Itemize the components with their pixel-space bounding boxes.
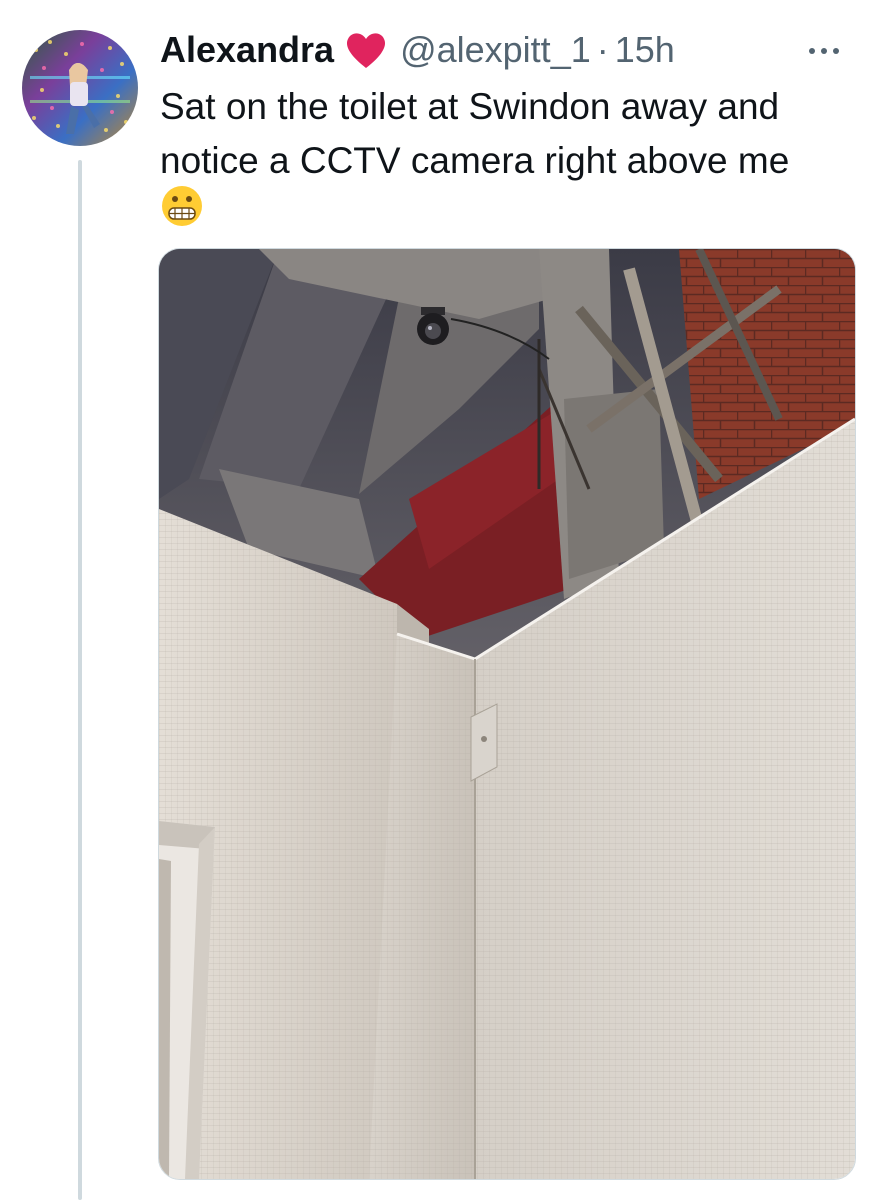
grimacing-face-emoji xyxy=(160,184,204,228)
heart-icon xyxy=(344,30,388,70)
author-handle[interactable]: @alexpitt_1 xyxy=(400,29,591,71)
thread-connector-line xyxy=(78,160,82,1200)
cctv-camera xyxy=(417,307,449,345)
tweet-text: Sat on the toilet at Swindon away and no… xyxy=(160,86,790,181)
tweet-photo[interactable] xyxy=(158,248,856,1180)
separator-dot: · xyxy=(596,29,609,70)
avatar[interactable] xyxy=(22,30,138,146)
tweet-header: Alexandra @alexpitt_1 · 15h xyxy=(160,26,852,74)
tweet-timestamp[interactable]: 15h xyxy=(615,29,675,71)
author-display-name[interactable]: Alexandra xyxy=(160,29,334,71)
more-icon[interactable] xyxy=(804,36,844,66)
